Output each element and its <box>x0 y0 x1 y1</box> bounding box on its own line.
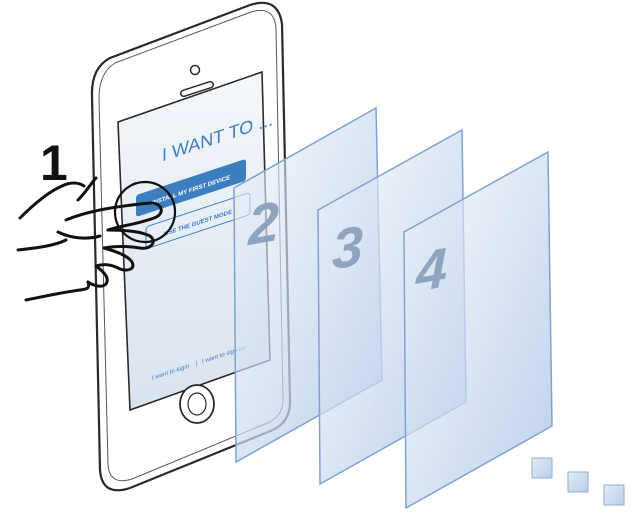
small-square-icon <box>603 484 625 506</box>
illustration-stage: I WANT TO ... INSTALL MY FIRST DEVICE US… <box>0 0 636 517</box>
trailing-squares <box>531 457 625 506</box>
small-square-icon <box>567 471 589 493</box>
small-square-icon <box>531 457 553 479</box>
step-number-4: 4 <box>415 236 447 304</box>
onboarding-illustration: I WANT TO ... INSTALL MY FIRST DEVICE US… <box>16 1 625 510</box>
step-number-3: 3 <box>332 213 363 281</box>
step-number-1: 1 <box>40 135 68 191</box>
step-number-2: 2 <box>247 189 279 257</box>
home-button-icon[interactable] <box>179 384 215 424</box>
